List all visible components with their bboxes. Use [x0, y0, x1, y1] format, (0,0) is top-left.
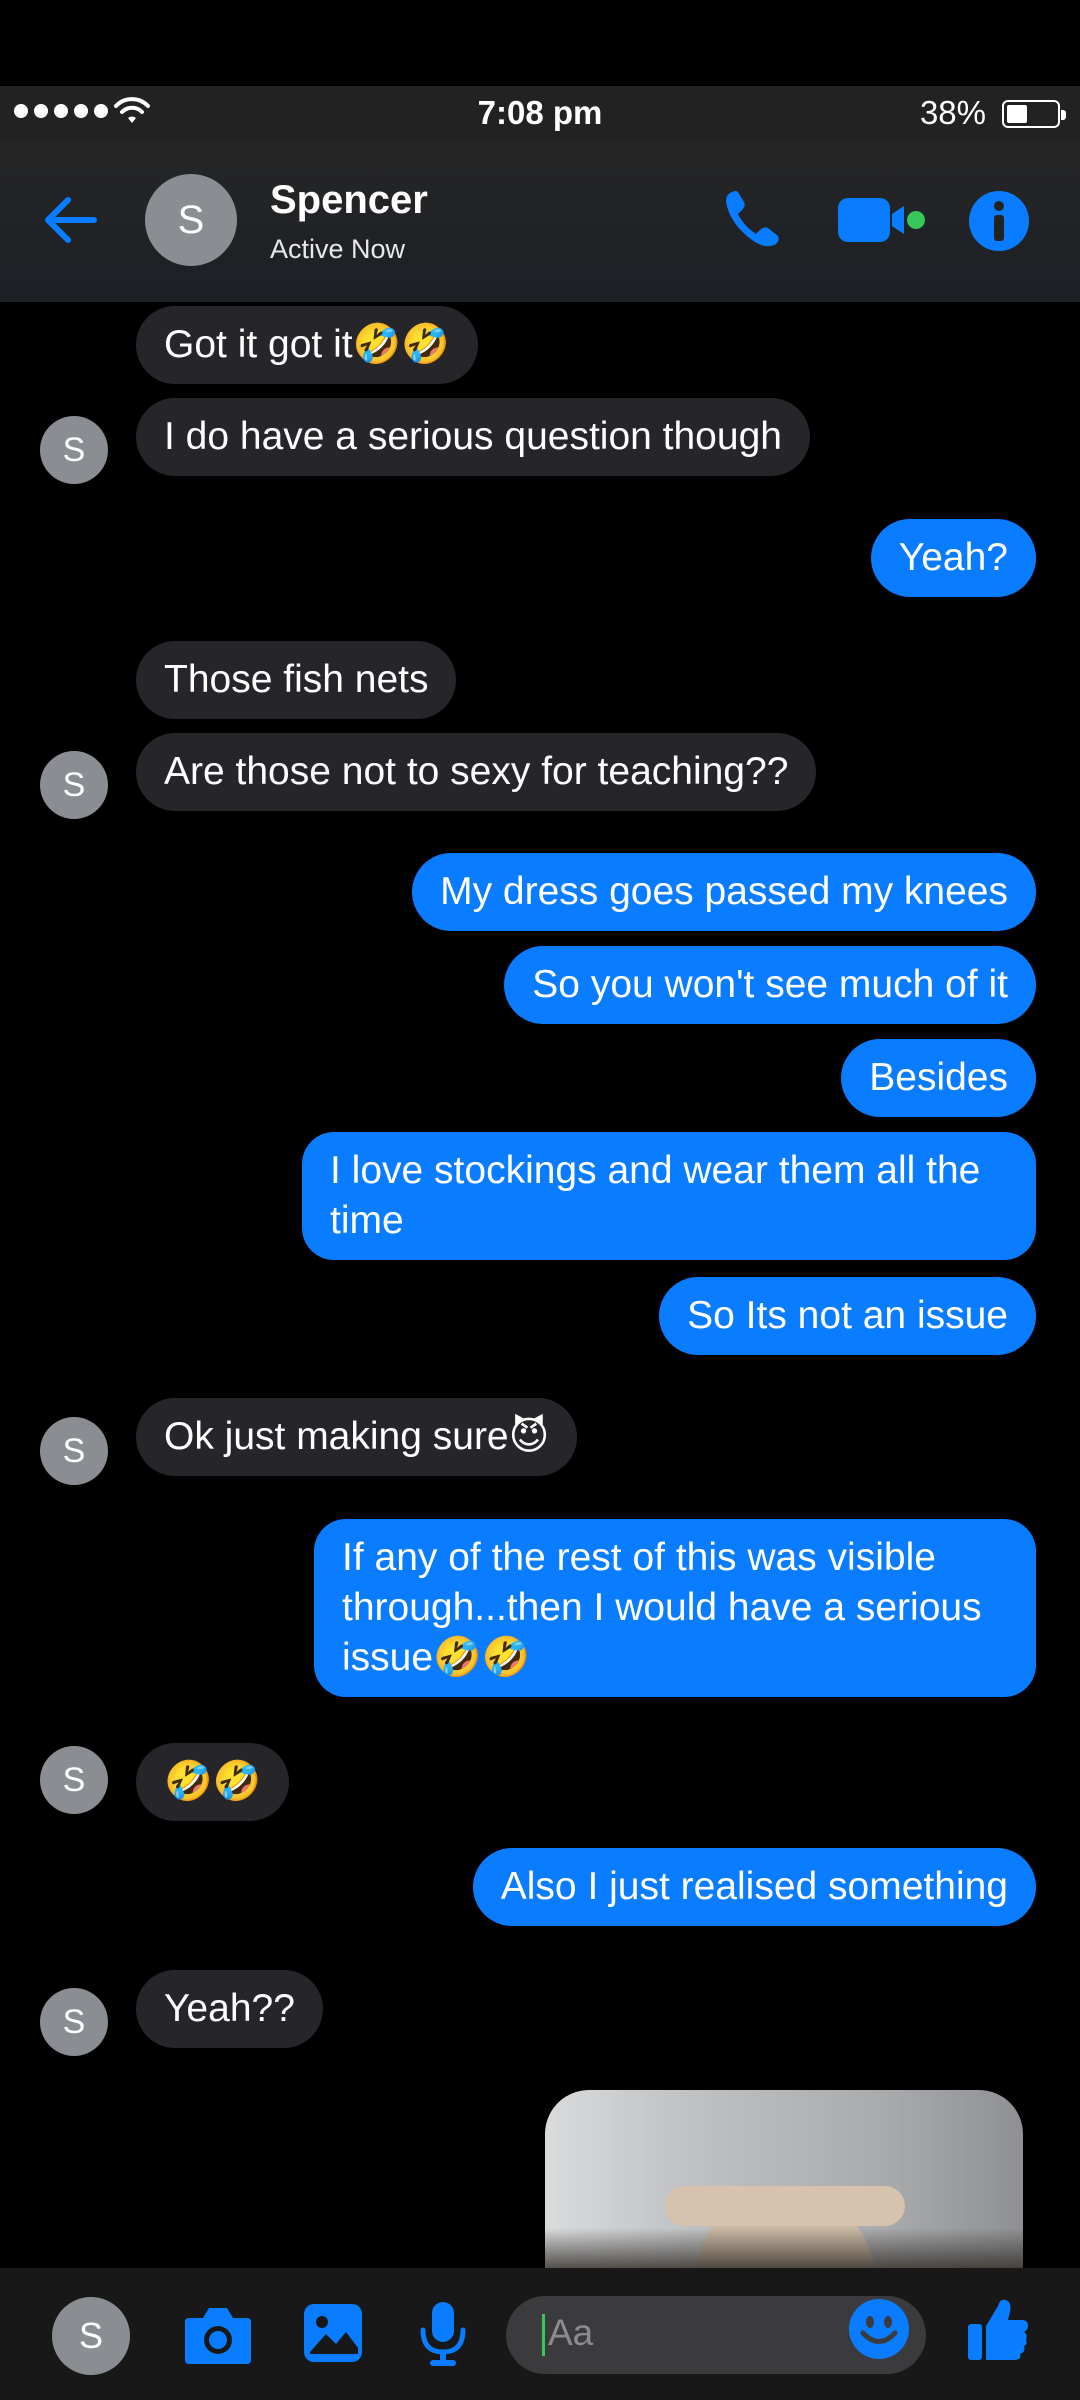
sender-avatar[interactable]: S	[40, 1746, 108, 1814]
message-received[interactable]: Ok just making sure😈	[136, 1398, 578, 1476]
sender-avatar[interactable]: S	[40, 751, 108, 819]
message-received[interactable]: Are those not to sexy for teaching??	[136, 733, 817, 811]
message-sent[interactable]: So you won't see much of it	[504, 946, 1036, 1024]
message-sent[interactable]: Yeah?	[870, 519, 1036, 597]
message-sent[interactable]: Also I just realised something	[472, 1848, 1036, 1926]
status-time: 7:08 pm	[477, 94, 603, 131]
thumbs-up-icon[interactable]	[966, 2296, 1030, 2362]
top-band	[0, 0, 1080, 86]
message-sent[interactable]: If any of the rest of this was visible t…	[314, 1519, 1036, 1697]
battery-percentage: 38%	[919, 94, 986, 131]
message-sent[interactable]: I love stockings and wear them all the t…	[302, 1132, 1036, 1260]
camera-icon[interactable]	[183, 2304, 253, 2366]
shared-photo[interactable]	[545, 2090, 1023, 2268]
smiley-icon[interactable]	[848, 2298, 910, 2360]
info-icon[interactable]	[968, 190, 1030, 252]
status-bar: 7:08 pm 38%	[0, 86, 1080, 140]
composer-bar: S Aa	[0, 2268, 1080, 2400]
composer-avatar[interactable]: S	[52, 2297, 130, 2375]
sender-avatar[interactable]: S	[40, 1417, 108, 1485]
message-received[interactable]: 🤣🤣	[136, 1743, 290, 1821]
message-sent[interactable]: My dress goes passed my knees	[412, 853, 1036, 931]
sender-avatar[interactable]: S	[40, 1988, 108, 2056]
text-cursor	[542, 2314, 545, 2356]
contact-avatar[interactable]: S	[145, 174, 237, 266]
message-sent[interactable]: Besides	[841, 1039, 1036, 1117]
message-received[interactable]: Got it got it🤣🤣	[136, 306, 478, 384]
message-sent[interactable]: So Its not an issue	[659, 1277, 1036, 1355]
message-received[interactable]: Those fish nets	[136, 641, 457, 719]
battery-icon	[1002, 100, 1066, 128]
chat-header: S Spencer Active Now	[0, 140, 1080, 302]
back-arrow-icon[interactable]	[38, 186, 106, 254]
contact-active-status: Active Now	[270, 234, 406, 264]
contact-name[interactable]: Spencer	[270, 178, 428, 223]
message-received[interactable]: I do have a serious question though	[136, 398, 810, 476]
video-camera-icon[interactable]	[836, 192, 928, 248]
image-icon[interactable]	[302, 2302, 364, 2364]
microphone-icon[interactable]	[418, 2300, 468, 2368]
message-received[interactable]: Yeah??	[136, 1970, 323, 2048]
sender-avatar[interactable]: S	[40, 416, 108, 484]
phone-icon[interactable]	[722, 188, 782, 252]
message-input-placeholder: Aa	[548, 2312, 594, 2353]
